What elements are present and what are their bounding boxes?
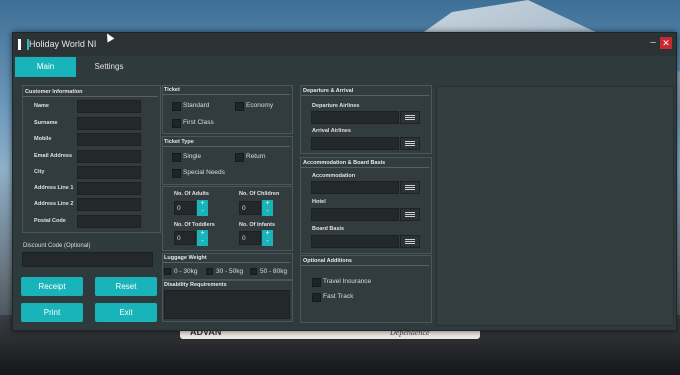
toddlers-label: No. Of Toddlers: [174, 222, 215, 228]
optional-title: Optional Additions: [303, 258, 352, 264]
accommodation-label: Accommodation: [312, 173, 356, 179]
hotel-menu-icon[interactable]: [400, 208, 420, 221]
first-class-checkbox[interactable]: [172, 119, 181, 128]
luggage-50-80-radio[interactable]: [250, 268, 257, 275]
toddlers-spinner[interactable]: + -: [197, 230, 208, 246]
ticket-panel: [162, 85, 293, 134]
postal-code-input[interactable]: [77, 215, 141, 228]
infants-input[interactable]: 0: [239, 231, 261, 245]
standard-label: Standard: [183, 102, 210, 109]
close-button[interactable]: ✕: [660, 37, 672, 49]
accommodation-menu-icon[interactable]: [400, 181, 420, 194]
luggage-30-50-label: 30 - 50kg: [216, 268, 244, 275]
departure-airlines-label: Departure Airlines: [312, 103, 360, 109]
travel-insurance-checkbox[interactable]: [312, 278, 321, 287]
address-line-2-label: Address Line 2: [34, 201, 74, 207]
children-label: No. Of Children: [239, 191, 280, 197]
first-class-label: First Class: [183, 119, 214, 126]
ticket-title: Ticket: [164, 87, 180, 93]
mobile-label: Mobile: [34, 136, 52, 142]
surname-label: Surname: [34, 120, 58, 126]
return-checkbox[interactable]: [235, 153, 244, 162]
toddlers-down-icon[interactable]: -: [197, 238, 208, 246]
children-spinner[interactable]: + -: [262, 200, 273, 216]
infants-label: No. Of Infants: [239, 222, 276, 228]
arrival-airlines-menu-icon[interactable]: [400, 137, 420, 150]
ticket-type-title: Ticket Type: [164, 139, 194, 145]
address-line-1-input[interactable]: [77, 182, 141, 195]
children-down-icon[interactable]: -: [262, 208, 273, 216]
hotel-select[interactable]: [311, 208, 399, 221]
accommodation-select[interactable]: [311, 181, 399, 194]
children-input[interactable]: 0: [239, 201, 261, 215]
return-label: Return: [246, 153, 266, 160]
luggage-0-30-label: 0 - 30kg: [174, 268, 198, 275]
email-label: Email Address: [34, 153, 73, 159]
arrival-airlines-label: Arrival Airlines: [312, 128, 351, 134]
email-input[interactable]: [77, 150, 141, 163]
postal-code-label: Postal Code: [34, 218, 66, 224]
infants-up-icon[interactable]: +: [262, 230, 273, 238]
tab-settings[interactable]: Settings: [79, 57, 139, 77]
customer-info-title: Customer Information: [25, 89, 83, 95]
luggage-title: Luggage Weight: [164, 255, 207, 261]
infants-spinner[interactable]: + -: [262, 230, 273, 246]
tab-main[interactable]: Main: [15, 57, 76, 77]
standard-checkbox[interactable]: [172, 102, 181, 111]
single-checkbox[interactable]: [172, 153, 181, 162]
luggage-0-30-radio[interactable]: [164, 268, 171, 275]
adults-input[interactable]: 0: [174, 201, 196, 215]
app-icon: [18, 39, 29, 50]
name-input[interactable]: [77, 100, 141, 113]
departure-airlines-menu-icon[interactable]: [400, 111, 420, 124]
adults-spinner[interactable]: + -: [197, 200, 208, 216]
city-label: City: [34, 169, 45, 175]
window-title: Holiday World NI: [29, 39, 97, 49]
name-label: Name: [34, 103, 49, 109]
fast-track-checkbox[interactable]: [312, 293, 321, 302]
app-window: Holiday World NI – ✕ Main Settings Custo…: [12, 32, 677, 331]
disability-input[interactable]: [164, 290, 290, 319]
print-button[interactable]: Print: [21, 303, 83, 322]
board-basis-select[interactable]: [311, 235, 399, 248]
mobile-input[interactable]: [77, 133, 141, 146]
board-basis-label: Board Basis: [312, 226, 345, 232]
minimize-button[interactable]: –: [648, 37, 658, 49]
accommodation-title: Accommodation & Board Basis: [303, 160, 386, 166]
arrival-airlines-select[interactable]: [311, 137, 399, 150]
surname-input[interactable]: [77, 117, 141, 130]
receipt-display-panel: [436, 86, 674, 326]
special-needs-label: Special Needs: [183, 169, 225, 176]
adults-label: No. Of Adults: [174, 191, 209, 197]
adults-up-icon[interactable]: +: [197, 200, 208, 208]
departure-airlines-select[interactable]: [311, 111, 399, 124]
tab-bar: Main Settings: [13, 56, 676, 79]
luggage-50-80-label: 50 - 80kg: [260, 268, 288, 275]
children-up-icon[interactable]: +: [262, 200, 273, 208]
reset-button[interactable]: Reset: [95, 277, 157, 296]
discount-label: Discount Code (Optional): [23, 243, 91, 249]
travel-insurance-label: Travel Insurance: [323, 278, 372, 285]
infants-down-icon[interactable]: -: [262, 238, 273, 246]
hotel-label: Hotel: [312, 199, 326, 205]
adults-down-icon[interactable]: -: [197, 208, 208, 216]
board-basis-menu-icon[interactable]: [400, 235, 420, 248]
toddlers-input[interactable]: 0: [174, 231, 196, 245]
single-label: Single: [183, 153, 202, 160]
toddlers-up-icon[interactable]: +: [197, 230, 208, 238]
disability-title: Disability Requirements: [164, 282, 227, 288]
address-line-1-label: Address Line 1: [34, 185, 74, 191]
luggage-30-50-radio[interactable]: [206, 268, 213, 275]
departure-title: Departure & Arrival: [303, 88, 354, 94]
economy-checkbox[interactable]: [235, 102, 244, 111]
economy-label: Economy: [246, 102, 274, 109]
exit-button[interactable]: Exit: [95, 303, 157, 322]
address-line-2-input[interactable]: [77, 198, 141, 211]
discount-input[interactable]: [22, 252, 153, 267]
city-input[interactable]: [77, 166, 141, 179]
receipt-button[interactable]: Receipt: [21, 277, 83, 296]
fast-track-label: Fast Track: [323, 293, 354, 300]
special-needs-checkbox[interactable]: [172, 169, 181, 178]
